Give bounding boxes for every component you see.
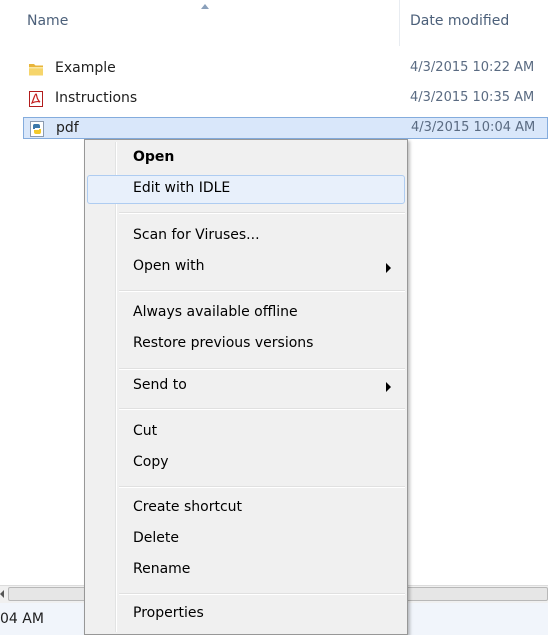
menu-separator bbox=[119, 368, 405, 370]
folder-icon bbox=[29, 64, 43, 76]
menu-item-label: Cut bbox=[133, 423, 158, 439]
file-date: 4/3/2015 10:04 AM bbox=[411, 120, 536, 135]
menu-separator bbox=[119, 290, 405, 292]
column-header-bar: Name Date modified bbox=[0, 0, 548, 46]
file-row-instructions[interactable]: Instructions 4/3/2015 10:35 AM bbox=[23, 88, 548, 110]
column-divider[interactable] bbox=[399, 0, 400, 46]
menu-item-label: Open bbox=[133, 149, 175, 165]
sort-ascending-icon bbox=[201, 4, 209, 9]
file-name: Instructions bbox=[55, 90, 138, 106]
menu-item-label: Properties bbox=[133, 605, 204, 621]
menu-item-label: Always available offline bbox=[133, 304, 298, 320]
file-row-pdf[interactable]: pdf 4/3/2015 10:04 AM bbox=[23, 117, 548, 139]
menu-separator bbox=[119, 486, 405, 488]
menu-item-create-shortcut[interactable]: Create shortcut bbox=[87, 494, 405, 523]
submenu-arrow-icon bbox=[386, 382, 391, 392]
menu-separator bbox=[119, 593, 405, 595]
file-row-example[interactable]: Example 4/3/2015 10:22 AM bbox=[23, 58, 548, 80]
menu-separator bbox=[119, 212, 405, 214]
menu-item-open-with[interactable]: Open with bbox=[87, 253, 405, 282]
column-header-name[interactable]: Name bbox=[27, 13, 68, 29]
menu-item-label: Delete bbox=[133, 530, 179, 546]
file-date: 4/3/2015 10:22 AM bbox=[410, 60, 535, 75]
python-file-icon bbox=[30, 121, 44, 137]
context-menu: Open Edit with IDLE Scan for Viruses... … bbox=[84, 139, 408, 635]
menu-item-always-available-offline[interactable]: Always available offline bbox=[87, 299, 405, 328]
menu-item-open[interactable]: Open bbox=[87, 144, 405, 173]
menu-item-rename[interactable]: Rename bbox=[87, 556, 405, 585]
menu-item-label: Edit with IDLE bbox=[133, 180, 231, 196]
status-date-text: 04 AM bbox=[0, 611, 44, 627]
scroll-left-icon[interactable] bbox=[0, 590, 4, 598]
menu-item-cut[interactable]: Cut bbox=[87, 418, 405, 447]
menu-item-label: Restore previous versions bbox=[133, 335, 314, 351]
menu-item-delete[interactable]: Delete bbox=[87, 525, 405, 554]
pdf-file-icon bbox=[29, 91, 43, 107]
menu-item-label: Scan for Viruses... bbox=[133, 227, 260, 243]
column-header-date-modified[interactable]: Date modified bbox=[410, 13, 509, 29]
file-date: 4/3/2015 10:35 AM bbox=[410, 90, 535, 105]
menu-item-scan-for-viruses[interactable]: Scan for Viruses... bbox=[87, 222, 405, 251]
menu-item-restore-previous-versions[interactable]: Restore previous versions bbox=[87, 330, 405, 359]
file-name: Example bbox=[55, 60, 116, 76]
menu-item-label: Rename bbox=[133, 561, 191, 577]
menu-item-copy[interactable]: Copy bbox=[87, 449, 405, 478]
menu-item-label: Send to bbox=[133, 377, 187, 393]
menu-item-label: Copy bbox=[133, 454, 169, 470]
menu-item-label: Open with bbox=[133, 258, 205, 274]
menu-item-send-to[interactable]: Send to bbox=[87, 372, 405, 401]
file-name: pdf bbox=[56, 120, 79, 136]
submenu-arrow-icon bbox=[386, 263, 391, 273]
menu-separator bbox=[119, 408, 405, 410]
menu-item-edit-with-idle[interactable]: Edit with IDLE bbox=[87, 175, 405, 204]
menu-item-label: Create shortcut bbox=[133, 499, 243, 515]
menu-item-properties[interactable]: Properties bbox=[87, 600, 405, 629]
